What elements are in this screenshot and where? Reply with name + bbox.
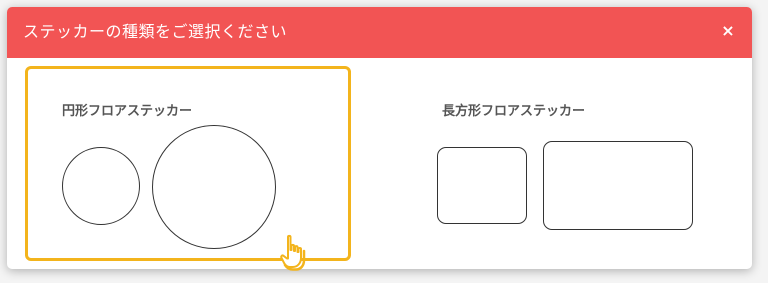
rectangular-floor-sticker-label: 長方形フロアステッカー xyxy=(442,104,586,119)
sticker-type-dialog: ステッカーの種類をご選択ください × 円形フロアステッカー 長方形フロアステッカ… xyxy=(7,7,752,269)
close-icon: × xyxy=(721,21,735,40)
small-circle-preview xyxy=(62,147,140,225)
dialog-header: ステッカーの種類をご選択ください × xyxy=(7,7,752,58)
rectangular-floor-sticker-option[interactable]: 長方形フロアステッカー xyxy=(405,66,731,261)
large-rectangle-preview xyxy=(543,141,693,230)
hand-pointer-icon xyxy=(280,234,306,271)
close-button[interactable]: × xyxy=(718,21,738,41)
small-rectangle-preview xyxy=(437,147,527,224)
large-circle-preview xyxy=(152,125,276,249)
round-floor-sticker-option[interactable]: 円形フロアステッカー xyxy=(25,66,351,261)
dialog-title: ステッカーの種類をご選択ください xyxy=(23,22,288,41)
round-floor-sticker-label: 円形フロアステッカー xyxy=(62,104,193,119)
